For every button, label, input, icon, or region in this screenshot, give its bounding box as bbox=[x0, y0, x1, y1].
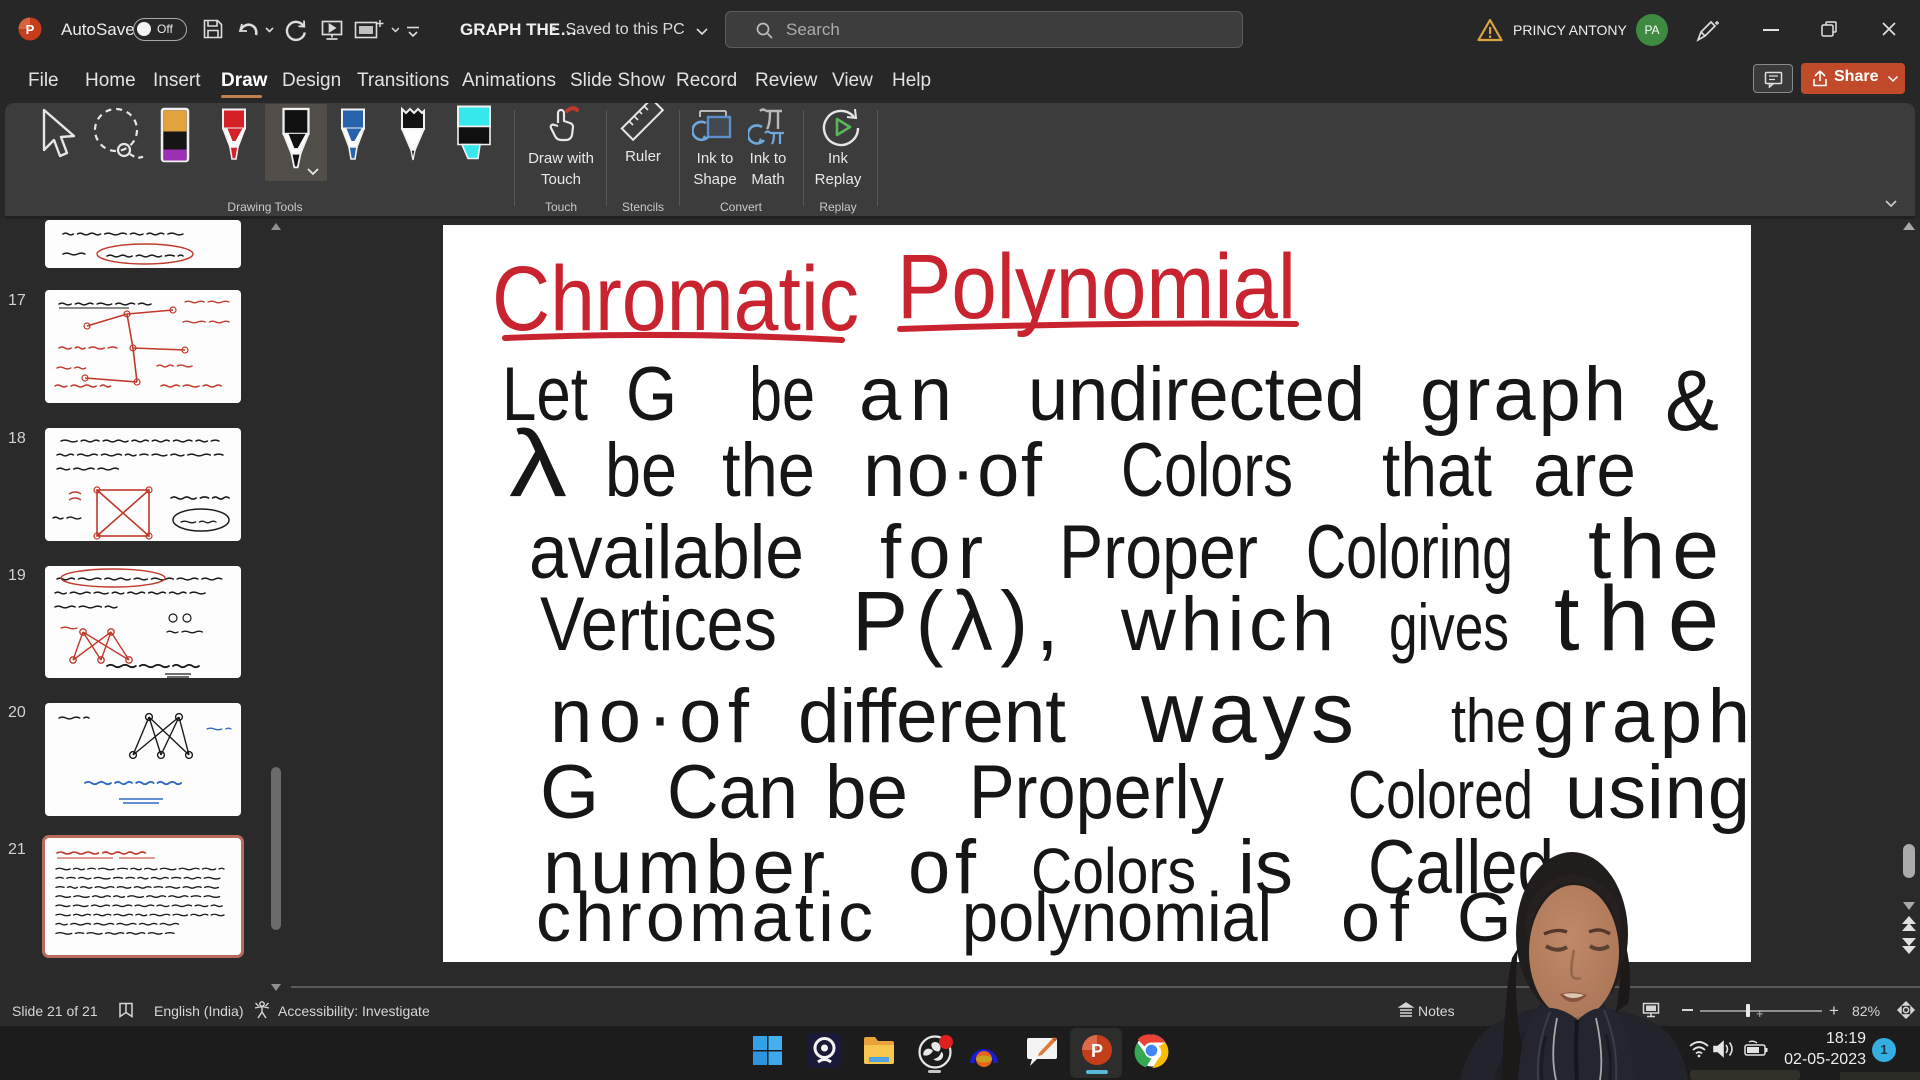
svg-text:chromatic: chromatic bbox=[536, 878, 873, 956]
svg-text:no·of: no·of bbox=[550, 674, 750, 759]
svg-text:be: be bbox=[749, 352, 815, 437]
svg-text:Properly: Properly bbox=[969, 750, 1224, 835]
svg-text:that: that bbox=[1382, 428, 1492, 513]
svg-text:no·of: no·of bbox=[863, 428, 1043, 513]
svg-text:G: G bbox=[540, 750, 599, 835]
svg-text:undirected: undirected bbox=[1028, 352, 1365, 437]
svg-text:be: be bbox=[825, 750, 908, 835]
svg-text:be: be bbox=[605, 428, 677, 513]
svg-text:of: of bbox=[1341, 878, 1410, 956]
svg-text:ways: ways bbox=[1140, 665, 1354, 761]
svg-text:&: & bbox=[1665, 353, 1719, 449]
svg-text:which: which bbox=[1120, 582, 1334, 667]
svg-text:gives: gives bbox=[1389, 590, 1509, 664]
svg-text:the: the bbox=[1554, 568, 1719, 670]
svg-text:polynomial: polynomial bbox=[962, 878, 1272, 956]
svg-text:P(λ),: P(λ), bbox=[852, 574, 1059, 668]
svg-text:using: using bbox=[1565, 750, 1750, 835]
svg-text:G: G bbox=[626, 352, 677, 437]
svg-text:P: P bbox=[1091, 1041, 1103, 1061]
svg-text:Coloring: Coloring bbox=[1306, 510, 1513, 595]
svg-text:λ: λ bbox=[509, 411, 567, 517]
svg-text:Colors: Colors bbox=[1121, 428, 1293, 513]
svg-text:an: an bbox=[859, 352, 952, 437]
svg-text:Vertices: Vertices bbox=[540, 582, 777, 667]
svg-text:the: the bbox=[722, 428, 815, 513]
svg-text:different: different bbox=[798, 674, 1066, 759]
svg-text:graph: graph bbox=[1533, 674, 1750, 759]
svg-text:Colored: Colored bbox=[1348, 757, 1533, 833]
svg-text:Can: Can bbox=[667, 750, 798, 835]
svg-text:the: the bbox=[1451, 687, 1526, 756]
svg-text:are: are bbox=[1533, 428, 1636, 513]
svg-text:graph: graph bbox=[1420, 352, 1626, 437]
